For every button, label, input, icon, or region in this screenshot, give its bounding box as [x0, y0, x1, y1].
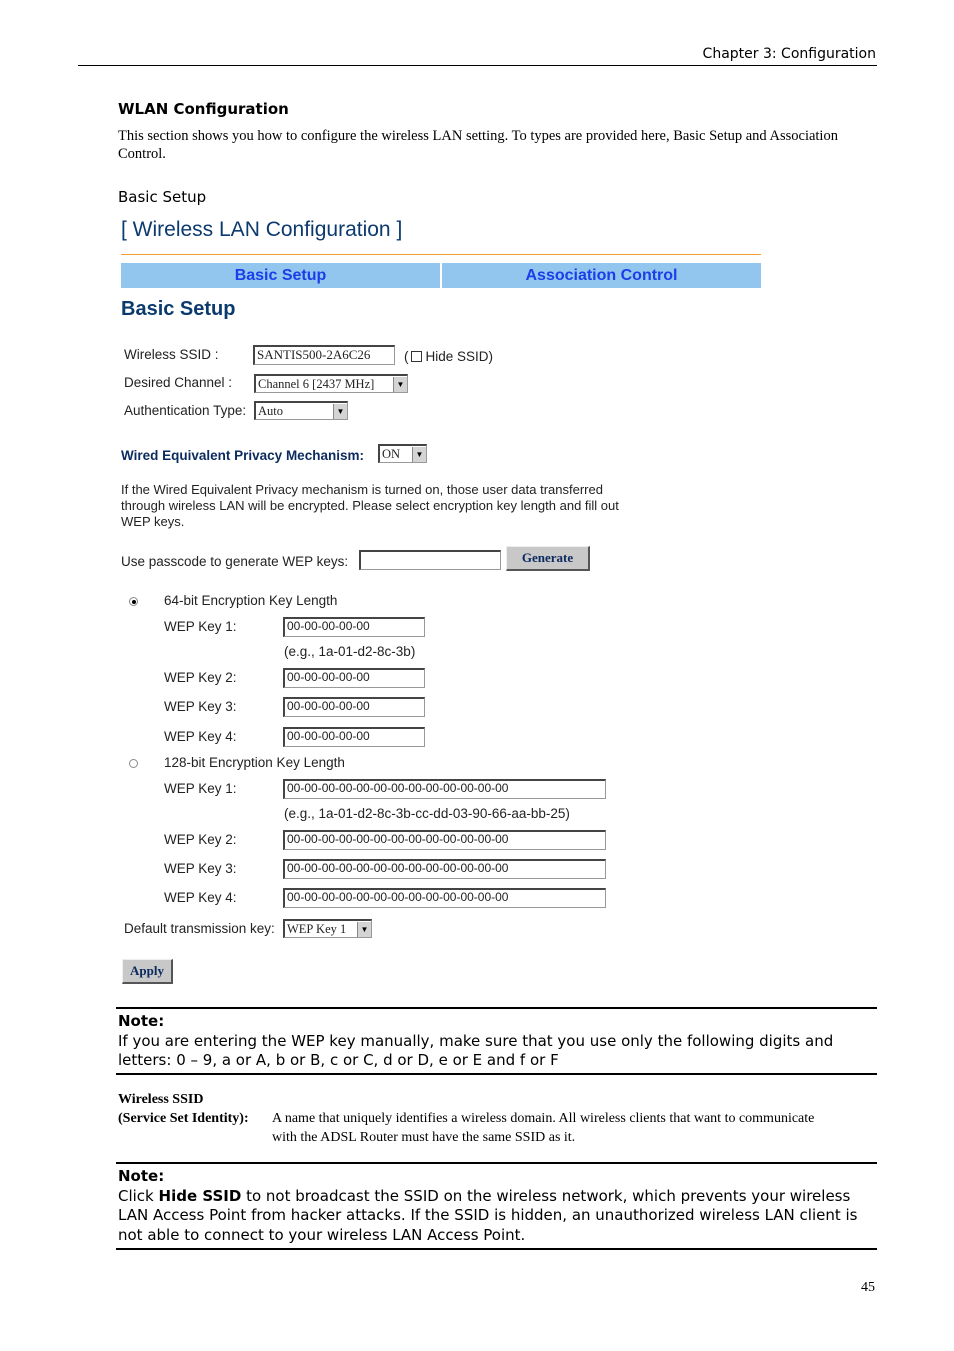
passcode-input[interactable]	[359, 550, 501, 570]
note-text: If you are entering the WEP key manually…	[118, 1031, 834, 1070]
tab-bar: Basic Setup Association Control	[121, 263, 761, 288]
header-divider	[78, 65, 877, 66]
note-box-wep: Note: If you are entering the WEP key ma…	[116, 1007, 877, 1075]
key64-4-input[interactable]: 00-00-00-00-00	[283, 727, 425, 747]
key128-3-label: WEP Key 3:	[164, 861, 237, 876]
tab-basic-setup[interactable]: Basic Setup	[121, 263, 440, 288]
key128-example: (e.g., 1a-01-d2-8c-3b-cc-dd-03-90-66-aa-…	[284, 806, 570, 821]
chevron-down-icon: ▼	[412, 446, 426, 462]
default-key-value: WEP Key 1	[287, 921, 347, 936]
ssid-input[interactable]: SANTIS500-2A6C26	[253, 345, 395, 365]
key128-4-label: WEP Key 4:	[164, 890, 237, 905]
key128-2-label: WEP Key 2:	[164, 832, 237, 847]
key128-1-label: WEP Key 1:	[164, 781, 237, 796]
generate-button[interactable]: Generate	[506, 546, 590, 571]
channel-select[interactable]: Channel 6 [2437 MHz] ▼	[254, 374, 408, 393]
definition-term-sub: (Service Set Identity):	[118, 1111, 249, 1126]
key64-2-label: WEP Key 2:	[164, 670, 237, 685]
wep-value: ON	[382, 446, 401, 461]
apply-button[interactable]: Apply	[122, 959, 173, 984]
hide-ssid-label: Hide SSID)	[425, 349, 494, 364]
section-title: WLAN Configuration	[118, 100, 289, 118]
definition-text: A name that uniquely identifies a wirele…	[272, 1111, 815, 1145]
note-text: Click Hide SSID to not broadcast the SSI…	[118, 1187, 875, 1246]
ssid-label: Wireless SSID :	[124, 347, 219, 362]
wep-select[interactable]: ON ▼	[378, 444, 427, 463]
note-title: Note:	[118, 1167, 165, 1185]
key64-example: (e.g., 1a-01-d2-8c-3b)	[284, 644, 416, 659]
passcode-label: Use passcode to generate WEP keys:	[121, 554, 349, 569]
note-text-bold: Hide SSID	[158, 1186, 242, 1205]
key64-3-input[interactable]: 00-00-00-00-00	[283, 697, 425, 717]
auth-select[interactable]: Auto ▼	[254, 401, 348, 420]
chevron-down-icon: ▼	[333, 403, 347, 419]
ui-section-heading: Basic Setup	[121, 298, 236, 320]
page-header: Chapter 3: Configuration	[702, 46, 876, 62]
key64-1-label: WEP Key 1:	[164, 619, 237, 634]
key64-label: 64-bit Encryption Key Length	[164, 593, 338, 608]
auth-value: Auto	[258, 403, 283, 418]
hide-ssid-paren: (	[404, 349, 409, 364]
page-number: 45	[861, 1280, 875, 1295]
hide-ssid-checkbox[interactable]	[410, 350, 422, 362]
ui-page-title: [ Wireless LAN Configuration ]	[121, 218, 403, 241]
radio-128bit[interactable]	[129, 759, 138, 768]
auth-label: Authentication Type:	[124, 403, 247, 418]
definition-term: Wireless SSID	[118, 1092, 204, 1107]
channel-value: Channel 6 [2437 MHz]	[258, 376, 375, 391]
wep-description: If the Wired Equivalent Privacy mechanis…	[121, 482, 619, 529]
channel-label: Desired Channel :	[124, 375, 233, 390]
default-key-select[interactable]: WEP Key 1 ▼	[283, 919, 372, 938]
hide-ssid-group: ( Hide SSID)	[404, 349, 493, 364]
tab-association-control[interactable]: Association Control	[440, 263, 761, 288]
note-title: Note:	[118, 1012, 165, 1030]
subsection-title: Basic Setup	[118, 188, 207, 206]
wep-label: Wired Equivalent Privacy Mechanism:	[121, 448, 364, 463]
key128-2-input[interactable]: 00-00-00-00-00-00-00-00-00-00-00-00-00	[283, 830, 606, 850]
chevron-down-icon: ▼	[393, 376, 407, 392]
key64-2-input[interactable]: 00-00-00-00-00	[283, 668, 425, 688]
key128-3-input[interactable]: 00-00-00-00-00-00-00-00-00-00-00-00-00	[283, 859, 606, 879]
key64-3-label: WEP Key 3:	[164, 699, 237, 714]
chevron-down-icon: ▼	[357, 921, 371, 937]
note-text-pre: Click	[118, 1186, 159, 1205]
default-key-label: Default transmission key:	[124, 921, 275, 936]
radio-64bit[interactable]	[129, 597, 138, 606]
note-box-hide-ssid: Note: Click Hide SSID to not broadcast t…	[116, 1162, 877, 1250]
key64-4-label: WEP Key 4:	[164, 729, 237, 744]
key64-1-input[interactable]: 00-00-00-00-00	[283, 617, 425, 637]
intro-paragraph: This section shows you how to configure …	[118, 128, 838, 162]
key128-1-input[interactable]: 00-00-00-00-00-00-00-00-00-00-00-00-00	[283, 779, 606, 799]
ui-title-divider	[121, 254, 761, 255]
key128-4-input[interactable]: 00-00-00-00-00-00-00-00-00-00-00-00-00	[283, 888, 606, 908]
key128-label: 128-bit Encryption Key Length	[164, 755, 345, 770]
